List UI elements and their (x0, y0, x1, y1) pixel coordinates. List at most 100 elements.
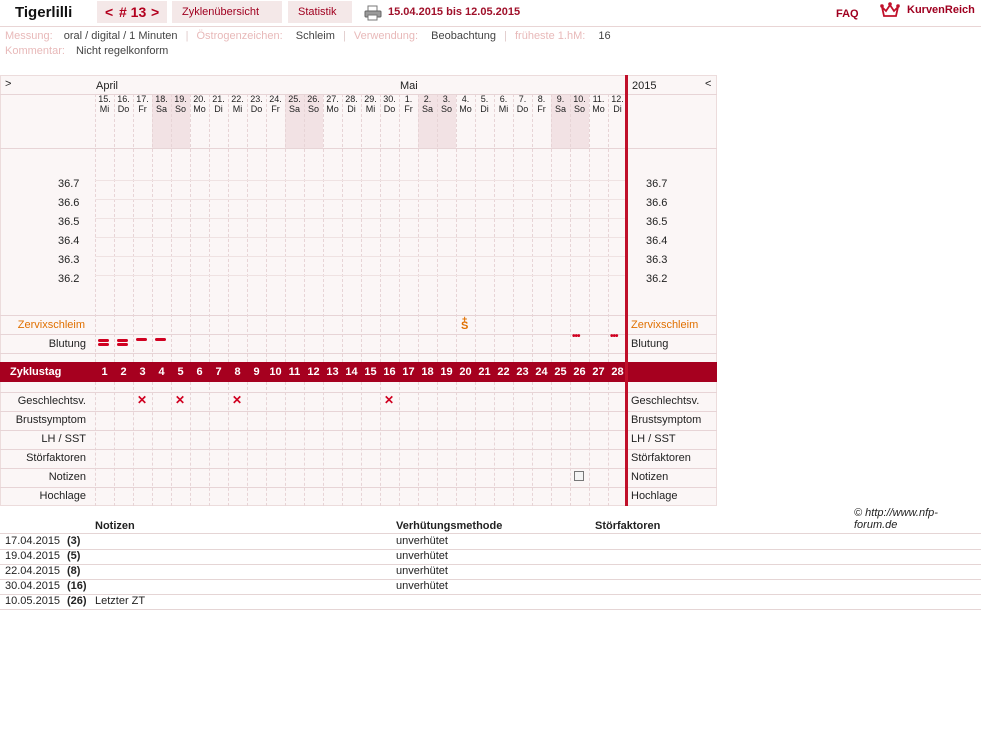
year-label: 2015 (632, 80, 657, 92)
cycle-chart: > April Mai 2015 < 15. Mi 16. Do 17. Fr 18. Sa 1… (0, 75, 717, 506)
day-weekday: Fr (404, 104, 413, 114)
nav-left-button[interactable]: > (5, 78, 11, 90)
row-methode: unverhütet (396, 580, 448, 592)
zyklustag-number: 21 (478, 366, 491, 378)
col-header-verhuetungsmethode: Verhütungsmethode (396, 520, 503, 532)
day-date: 17. (136, 94, 149, 104)
day-header: 20. Mo (190, 94, 209, 148)
row-note: Letzter ZT (95, 595, 146, 607)
day-weekday: Mo (326, 104, 339, 114)
row-label-right: Notizen (631, 471, 669, 483)
temp-label-right: 36.6 (646, 197, 668, 209)
row-label-right: Störfaktoren (631, 452, 691, 464)
day-date: 7. (518, 94, 527, 104)
geschlechtsverkehr-mark: ✕ (232, 393, 243, 407)
day-weekday: Mi (99, 104, 110, 114)
zervix-label-left: Zervixschleim (17, 319, 85, 331)
username: Tigerlilli (15, 4, 73, 21)
day-date: 23. (250, 94, 263, 104)
row-label-left: Brustsymptom (15, 414, 86, 426)
separator: | (185, 30, 189, 42)
day-date: 4. (461, 94, 470, 104)
day-header: 26. So (304, 94, 323, 148)
day-header: 2. Sa (418, 94, 437, 148)
zyklustag-number: 17 (402, 366, 415, 378)
verwendung-label: Verwendung: (353, 30, 419, 42)
blutung-stark-mark (117, 343, 128, 346)
zyklustag-number: 3 (139, 366, 146, 378)
blutung-schmier-mark: ••• (572, 331, 580, 342)
day-weekday: Mo (193, 104, 206, 114)
zervix-label-right: Zervixschleim (631, 319, 699, 331)
day-header: 7. Do (513, 94, 532, 148)
zyklustag-number: 27 (592, 366, 605, 378)
zyklustag-number: 12 (307, 366, 320, 378)
day-header: 8. Fr (532, 94, 551, 148)
zyklustag-number: 5 (177, 366, 184, 378)
row-cycle-day: (26) (67, 595, 87, 607)
day-header: 30. Do (380, 94, 399, 148)
note-icon[interactable] (574, 471, 584, 481)
temp-label-right: 36.7 (646, 178, 668, 190)
row-label-right: LH / SST (631, 433, 676, 445)
next-cycle-button[interactable]: > (151, 4, 159, 20)
tab-zyklenuebersicht[interactable]: Zyklenübersicht (172, 1, 282, 23)
cycle-number: # 13 (119, 4, 147, 20)
day-header: 27. Mo (323, 94, 342, 148)
messung-label: Messung: (5, 30, 53, 42)
temp-label-left: 36.5 (58, 216, 80, 228)
day-header: 15. Mi (95, 94, 114, 148)
temp-gridline (95, 275, 625, 276)
tab-zyklenuebersicht-label: Zyklenübersicht (182, 6, 260, 18)
day-date: 21. (212, 94, 225, 104)
day-date: 11. (592, 94, 605, 104)
day-weekday: Mo (592, 104, 605, 114)
prev-cycle-button[interactable]: < (105, 4, 113, 20)
day-date: 18. (155, 94, 168, 104)
day-header: 1. Fr (399, 94, 418, 148)
temp-label-left: 36.3 (58, 254, 80, 266)
zyklustag-number: 15 (364, 366, 377, 378)
tab-statistik[interactable]: Statistik (288, 1, 352, 23)
day-weekday: So (573, 104, 585, 114)
day-date: 28. (345, 94, 358, 104)
hm-label: früheste 1.hM: (514, 30, 586, 42)
col-header-notizen: Notizen (95, 520, 135, 532)
cycle-navigator: < # 13 > (97, 1, 167, 23)
nav-right-button[interactable]: < (705, 78, 711, 90)
day-date: 15. (98, 94, 111, 104)
blutung-label-left: Blutung (48, 338, 86, 350)
grid-hline (0, 487, 717, 488)
day-date: 1. (404, 94, 413, 104)
separator: | (342, 30, 346, 42)
hm-value: 16 (598, 30, 611, 42)
zyklustag-number: 6 (196, 366, 203, 378)
row-cycle-day: (3) (67, 535, 81, 547)
zyklustag-number: 16 (383, 366, 396, 378)
day-date: 16. (117, 94, 130, 104)
day-weekday: Mo (459, 104, 472, 114)
print-icon[interactable] (364, 5, 382, 21)
day-weekday: Di (347, 104, 356, 114)
temp-label-right: 36.3 (646, 254, 668, 266)
day-date: 27. (326, 94, 339, 104)
grid-hline (0, 148, 717, 149)
day-header: 5. Di (475, 94, 494, 148)
row-label-left: Geschlechtsv. (17, 395, 86, 407)
temp-label-left: 36.6 (58, 197, 80, 209)
day-weekday: Sa (554, 104, 566, 114)
day-weekday: Fr (271, 104, 280, 114)
faq-link[interactable]: FAQ (836, 8, 859, 20)
zyklustag-number: 25 (554, 366, 567, 378)
oestrogen-value: Schleim (295, 30, 335, 42)
meta-line-2: Kommentar: Nicht regelkonform (5, 45, 168, 57)
temp-label-left: 36.2 (58, 273, 80, 285)
zyklustag-number: 18 (421, 366, 434, 378)
blutung-mittel-mark (155, 338, 166, 341)
row-date: 22.04.2015 (5, 565, 61, 577)
zyklustag-label: Zyklustag (10, 366, 62, 378)
blutung-label-right: Blutung (631, 338, 669, 350)
temp-label-right: 36.5 (646, 216, 668, 228)
blutung-mittel-mark (136, 338, 147, 341)
day-header: 23. Do (247, 94, 266, 148)
